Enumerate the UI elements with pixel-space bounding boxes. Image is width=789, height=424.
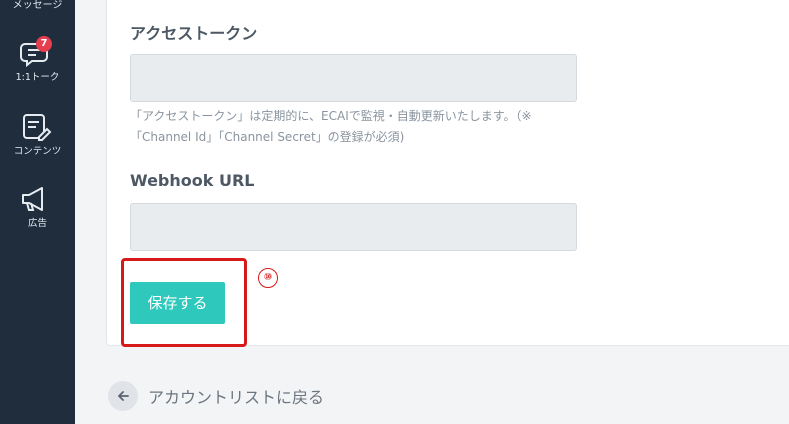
unread-badge: 7 [36,36,52,52]
sidebar-item-label: 広告 [27,218,47,229]
sidebar-item-label: コンテンツ [13,146,62,157]
sidebar-item-contents[interactable]: コンテンツ [0,112,75,172]
sidebar-item-ads[interactable]: 広告 [0,184,75,244]
access-token-label: アクセストークン [130,24,258,43]
sidebar-item-messages-label[interactable]: メッセージ [0,0,75,12]
back-link-label: アカウントリストに戻る [148,388,325,407]
back-to-account-list-link[interactable]: アカウントリストに戻る [108,380,324,412]
sidebar: メッセージ 7 1:1トーク コンテンツ 広告 [0,0,75,424]
access-token-field[interactable] [130,54,577,102]
sidebar-item-label: 1:1トーク [15,72,60,83]
webhook-url-field[interactable] [130,203,577,251]
edit-document-icon [23,114,52,141]
back-arrow-icon [108,381,138,411]
megaphone-icon [22,187,43,211]
save-button[interactable]: 保存する [130,282,225,324]
webhook-url-label: Webhook URL [130,171,255,190]
access-token-help-text: 「アクセストークン」は定期的に、ECAIで監視・自動更新いたします。（※「Cha… [130,109,532,144]
annotation-number: ⑩ [258,268,278,288]
sidebar-item-1on1-talk[interactable]: 7 1:1トーク [0,36,75,98]
